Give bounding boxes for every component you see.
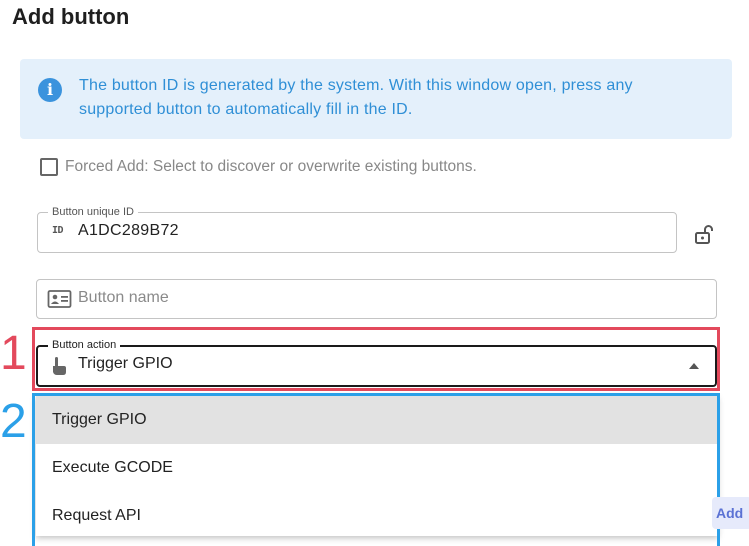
info-alert: i The button ID is generated by the syst… [20, 59, 732, 139]
button-action-select[interactable]: Button action Trigger GPIO [36, 338, 717, 387]
annotation-highlight-2 [32, 393, 720, 546]
add-button[interactable]: Add [712, 497, 749, 529]
id-card-icon [47, 290, 72, 308]
unlock-icon[interactable] [693, 223, 715, 245]
forced-add-row[interactable]: Forced Add: Select to discover or overwr… [40, 156, 477, 178]
button-action-value: Trigger GPIO [78, 355, 173, 372]
annotation-marker-1: 1 [0, 327, 27, 380]
hand-pointer-icon [53, 357, 66, 375]
info-text: The button ID is generated by the system… [79, 77, 633, 118]
forced-add-checkbox[interactable] [40, 158, 58, 176]
info-icon: i [38, 78, 62, 102]
dialog-title: Add button [12, 4, 130, 29]
button-name-input[interactable] [78, 289, 678, 307]
unique-id-field[interactable]: Button unique ID ID A1DC289B72 [37, 205, 677, 253]
annotation-marker-2: 2 [0, 395, 27, 448]
caret-up-icon[interactable] [689, 363, 699, 369]
button-name-field[interactable] [36, 279, 717, 319]
id-icon: ID [52, 225, 64, 236]
unique-id-value[interactable]: A1DC289B72 [78, 222, 179, 240]
unique-id-label: Button unique ID [48, 205, 138, 219]
forced-add-label: Forced Add: Select to discover or overwr… [65, 158, 477, 175]
button-action-label: Button action [48, 338, 121, 352]
